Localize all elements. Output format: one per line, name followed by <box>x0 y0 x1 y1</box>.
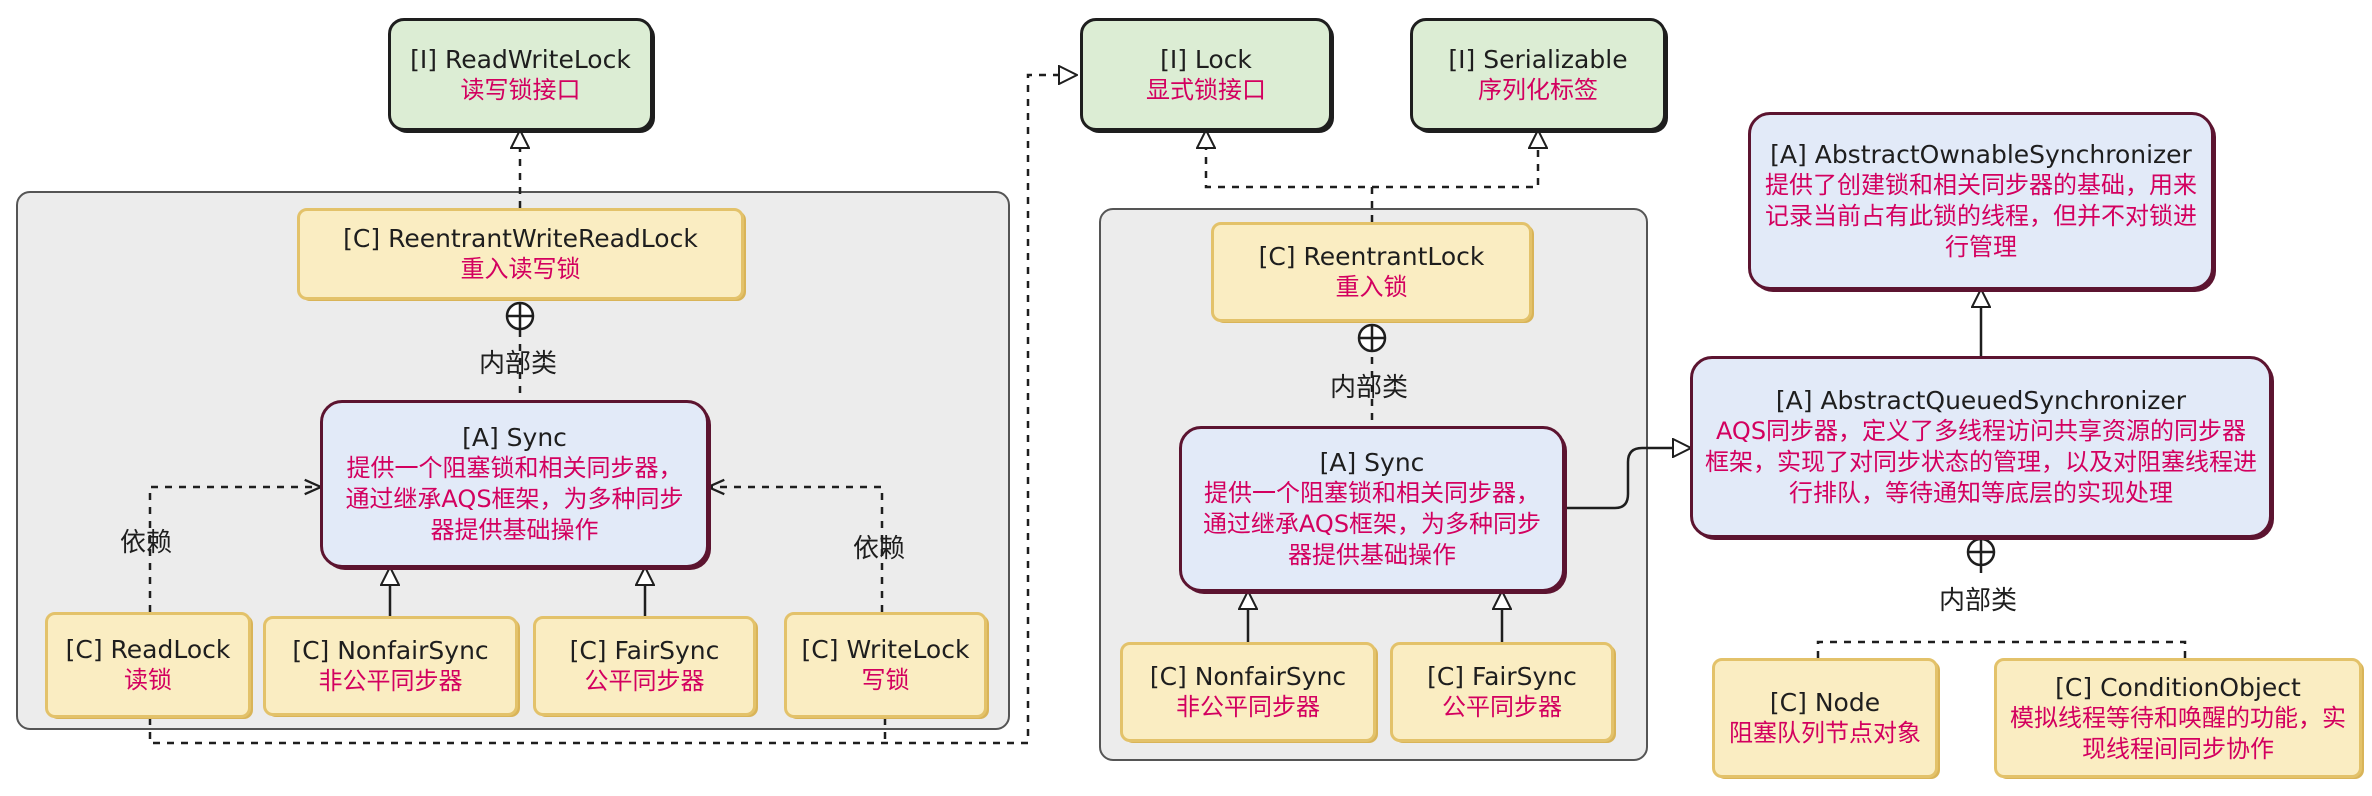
reentrantlock-class: [C] ReentrantLock 重入锁 <box>1211 222 1532 322</box>
class-diagram: [I] ReadWriteLock 读写锁接口 [C] ReentrantWri… <box>0 0 2372 796</box>
node-title: [A] AbstractOwnableSynchronizer <box>1770 140 2192 169</box>
nonfairsync-left-class: [C] NonfairSync 非公平同步器 <box>263 616 518 716</box>
fairsync-left-class: [C] FairSync 公平同步器 <box>533 616 756 716</box>
node-desc: 非公平同步器 <box>1176 693 1320 721</box>
node-desc: 重入读写锁 <box>460 255 581 283</box>
node-title: [C] NonfairSync <box>292 636 489 665</box>
sync-abstract-left: [A] Sync 提供一个阻塞锁和相关同步器，通过继承AQS框架，为多种同步器提… <box>320 400 709 568</box>
realize-serializable-line <box>1372 131 1538 189</box>
node-title: [C] ConditionObject <box>2055 672 2301 702</box>
node-desc: 模拟线程等待和唤醒的功能，实现线程间同步协作 <box>2010 703 2346 763</box>
node-desc: 读锁 <box>124 666 172 694</box>
node-desc: 提供一个阻塞锁和相关同步器，通过继承AQS框架，为多种同步器提供基础操作 <box>345 454 684 544</box>
inner-class-label-left: 内部类 <box>479 349 558 379</box>
node-title: [C] FairSync <box>569 636 720 665</box>
node-title: [A] AbstractQueuedSynchronizer <box>1775 386 2187 415</box>
node-title: [C] NonfairSync <box>1149 662 1347 691</box>
readlock-class: [C] ReadLock 读锁 <box>45 612 251 718</box>
node-title: [A] Sync <box>462 423 567 452</box>
node-title: [C] ReadLock <box>65 635 231 664</box>
lock-interface: [I] Lock 显式锁接口 <box>1080 18 1332 131</box>
inner-class-line-right-bottom <box>1816 640 2187 658</box>
abstract-ownable-synchronizer: [A] AbstractOwnableSynchronizer 提供了创建锁和相… <box>1748 112 2214 290</box>
depends-readlock-line <box>148 487 320 612</box>
node-desc: 阻塞队列节点对象 <box>1729 719 1921 747</box>
node-desc: 公平同步器 <box>1442 693 1562 721</box>
node-title: [C] ReentrantLock <box>1258 242 1485 271</box>
node-title: [C] ReentrantWriteReadLock <box>343 224 698 253</box>
serializable-interface: [I] Serializable 序列化标签 <box>1410 18 1666 131</box>
node-title: [I] ReadWriteLock <box>410 44 631 74</box>
node-desc: 提供了创建锁和相关同步器的基础，用来记录当前占有此锁的线程，但并不对锁进行管理 <box>1765 171 2197 261</box>
node-desc: AQS同步器，定义了多线程访问共享资源的同步器框架，实现了对同步状态的管理，以及… <box>1705 417 2257 507</box>
conditionobject-class: [C] ConditionObject 模拟线程等待和唤醒的功能，实现线程间同步… <box>1994 658 2362 778</box>
node-desc: 读写锁接口 <box>460 75 581 104</box>
sync-abstract-mid: [A] Sync 提供一个阻塞锁和相关同步器，通过继承AQS框架，为多种同步器提… <box>1179 426 1565 592</box>
fairsync-mid-class: [C] FairSync 公平同步器 <box>1390 642 1614 742</box>
node-desc: 写锁 <box>861 666 910 694</box>
node-desc: 序列化标签 <box>1478 75 1598 104</box>
sync-extends-aqs-line <box>1565 448 1690 510</box>
inner-class-label-mid: 内部类 <box>1330 373 1409 403</box>
depends-label-right: 依赖 <box>853 534 906 564</box>
node-title: [C] Node <box>1769 688 1881 717</box>
node-title: [A] Sync <box>1319 448 1425 477</box>
node-title: [I] Serializable <box>1448 44 1628 74</box>
node-desc: 提供一个阻塞锁和相关同步器，通过继承AQS框架，为多种同步器提供基础操作 <box>1202 479 1542 569</box>
inner-class-label-right: 内部类 <box>1939 586 2018 616</box>
realize-lock-line <box>1206 131 1374 222</box>
writelock-class: [C] WriteLock 写锁 <box>784 612 987 718</box>
node-class: [C] Node 阻塞队列节点对象 <box>1712 658 1938 778</box>
node-title: [C] FairSync <box>1427 662 1577 691</box>
node-desc: 显式锁接口 <box>1146 75 1266 104</box>
depends-label-left: 依赖 <box>120 528 173 558</box>
abstract-queued-synchronizer: [A] AbstractQueuedSynchronizer AQS同步器，定义… <box>1690 356 2272 538</box>
node-title: [I] Lock <box>1160 44 1252 74</box>
node-desc: 公平同步器 <box>584 667 705 695</box>
node-title: [C] WriteLock <box>801 635 970 664</box>
nonfairsync-mid-class: [C] NonfairSync 非公平同步器 <box>1120 642 1376 742</box>
node-desc: 非公平同步器 <box>318 667 463 695</box>
node-desc: 重入锁 <box>1335 273 1408 301</box>
readwritelock-interface: [I] ReadWriteLock 读写锁接口 <box>388 18 653 131</box>
reentrant-write-read-lock-class: [C] ReentrantWriteReadLock 重入读写锁 <box>297 208 744 300</box>
